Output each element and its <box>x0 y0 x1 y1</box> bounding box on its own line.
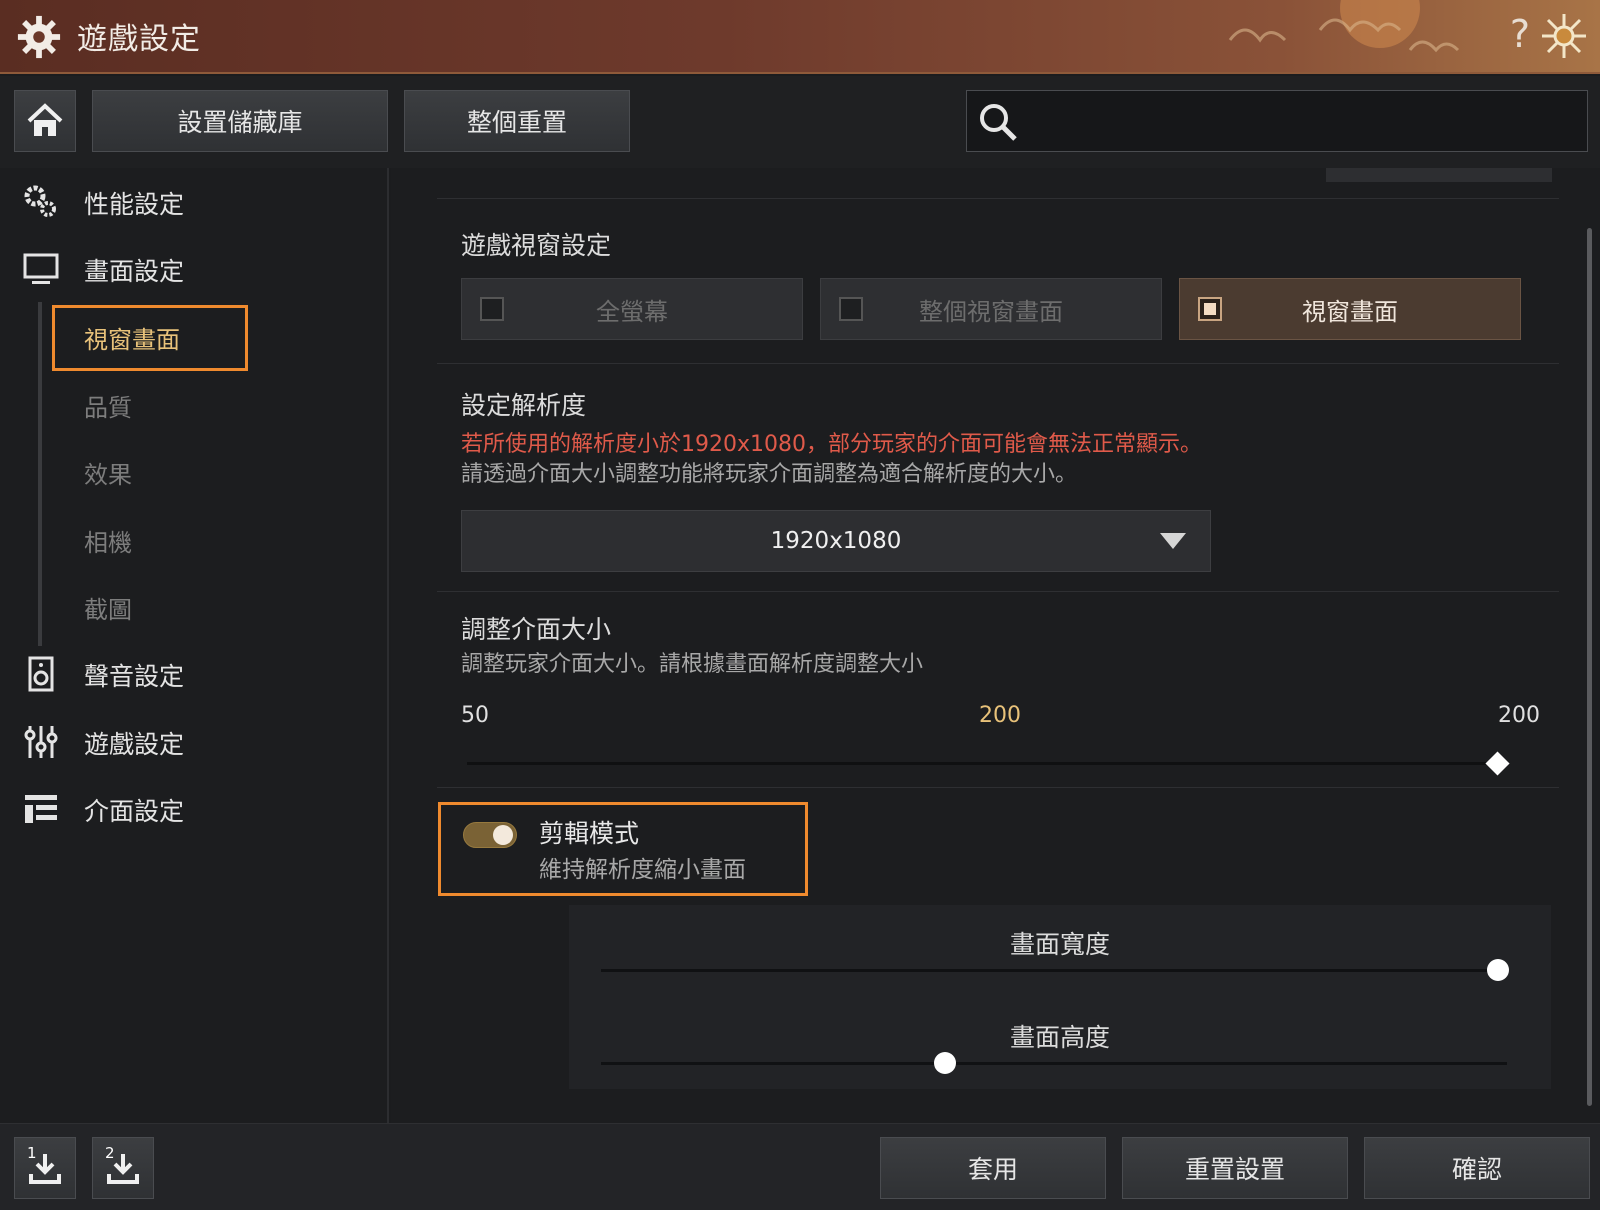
reset-all-button[interactable]: 整個重置 <box>404 90 630 152</box>
sidebar: 性能設定 畫面設定 視窗畫面 品質 效果 相機 截圖 聲音設定 遊戲設定 介面設… <box>0 168 389 1123</box>
ui-scale-slider[interactable] <box>467 762 1497 765</box>
clip-size-panel: 畫面寬度 畫面高度 <box>569 905 1551 1089</box>
submenu-item-effects[interactable]: 效果 <box>84 455 132 490</box>
clip-mode-toggle[interactable] <box>463 822 517 848</box>
resolution-warning: 若所使用的解析度小於1920x1080，部分玩家的介面可能會無法正常顯示。 <box>461 432 1202 457</box>
window-mode-title: 遊戲視窗設定 <box>461 231 612 260</box>
ui-scale-current: 200 <box>979 703 1021 728</box>
toggle-knob <box>493 825 513 845</box>
settings-storage-button[interactable]: 設置儲藏庫 <box>92 90 388 152</box>
screen-height-slider-thumb[interactable] <box>934 1052 957 1074</box>
sidebar-item-label: 介面設定 <box>84 797 185 826</box>
submenu-item-screenshot[interactable]: 截圖 <box>84 590 132 625</box>
sidebar-item-game[interactable]: 遊戲設定 <box>0 711 389 771</box>
sidebar-item-performance[interactable]: 性能設定 <box>0 171 389 231</box>
previous-section-edge <box>1326 168 1552 182</box>
divider <box>437 787 1559 788</box>
sunburst-emblem-icon[interactable] <box>1540 12 1588 60</box>
bottom-bar: 1 2 套用 重置設置 確認 <box>0 1123 1600 1210</box>
screen-width-slider[interactable] <box>601 969 1507 972</box>
submenu-item-window[interactable]: 視窗畫面 <box>84 320 180 355</box>
borderless-checkbox[interactable] <box>839 297 863 321</box>
sidebar-item-display[interactable]: 畫面設定 <box>0 238 389 298</box>
ui-scale-slider-thumb[interactable] <box>1485 751 1510 776</box>
submenu-item-camera[interactable]: 相機 <box>84 523 132 558</box>
submenu-item-quality[interactable]: 品質 <box>84 388 132 423</box>
sidebar-item-interface[interactable]: 介面設定 <box>0 778 389 838</box>
window-title: 遊戲設定 <box>77 22 201 57</box>
resolution-title: 設定解析度 <box>461 391 587 420</box>
preset-number: 2 <box>105 1144 115 1162</box>
windowed-checkbox[interactable] <box>1198 297 1222 321</box>
screen-width-label: 畫面寬度 <box>1009 930 1110 959</box>
load-preset-2-button[interactable]: 2 <box>92 1137 154 1199</box>
screen-width-slider-thumb[interactable] <box>1486 959 1509 981</box>
clip-mode-title: 剪輯模式 <box>539 819 640 848</box>
home-button[interactable] <box>14 90 76 152</box>
confirm-button[interactable]: 確認 <box>1364 1137 1590 1199</box>
home-icon <box>27 103 63 136</box>
preset-number: 1 <box>27 1144 37 1162</box>
resolution-value: 1920x1080 <box>770 528 902 554</box>
load-preset-1-button[interactable]: 1 <box>14 1137 76 1199</box>
title-bar: 遊戲設定 ? <box>0 0 1600 74</box>
divider <box>437 591 1559 592</box>
ui-scale-hint: 調整玩家介面大小。請根據畫面解析度調整大小 <box>461 652 924 677</box>
cloud-decoration-icon <box>1228 0 1460 53</box>
sidebar-item-label: 畫面設定 <box>84 257 185 286</box>
monitor-icon <box>23 253 59 284</box>
layout-icon <box>25 795 57 823</box>
ui-scale-title: 調整介面大小 <box>461 615 612 644</box>
sidebar-item-label: 聲音設定 <box>84 662 185 691</box>
settings-content: 遊戲視窗設定 全螢幕 整個視窗畫面 視窗畫面 設定解析度 若所使用的解析度小於1… <box>391 168 1600 1123</box>
apply-button[interactable]: 套用 <box>880 1137 1106 1199</box>
clip-mode-subtitle: 維持解析度縮小畫面 <box>539 857 746 883</box>
divider <box>437 363 1559 364</box>
help-button[interactable]: ? <box>1510 12 1530 56</box>
option-label: 視窗畫面 <box>1302 297 1398 326</box>
sidebar-item-label: 遊戲設定 <box>84 730 185 759</box>
screen-height-label: 畫面高度 <box>1009 1023 1110 1052</box>
speaker-icon <box>28 656 54 692</box>
sliders-icon <box>24 726 58 758</box>
ui-scale-min: 50 <box>461 703 489 728</box>
submenu-line <box>38 302 42 646</box>
fullscreen-option[interactable]: 全螢幕 <box>461 278 803 340</box>
toolbar: 設置儲藏庫 整個重置 <box>0 76 1600 168</box>
option-label: 整個視窗畫面 <box>919 297 1063 326</box>
search-input[interactable] <box>1027 99 1577 143</box>
fullscreen-checkbox[interactable] <box>480 297 504 321</box>
screen-height-slider[interactable] <box>601 1062 1507 1065</box>
performance-gears-icon <box>24 185 56 217</box>
chevron-down-icon <box>1160 533 1186 549</box>
search-icon <box>980 104 1017 141</box>
windowed-option[interactable]: 視窗畫面 <box>1179 278 1521 340</box>
ui-scale-max: 200 <box>1498 703 1540 728</box>
resolution-hint: 請透過介面大小調整功能將玩家介面調整為適合解析度的大小。 <box>461 462 1078 487</box>
borderless-window-option[interactable]: 整個視窗畫面 <box>820 278 1162 340</box>
option-label: 全螢幕 <box>596 297 668 326</box>
sidebar-item-label: 性能設定 <box>84 190 185 219</box>
reset-settings-button[interactable]: 重置設置 <box>1122 1137 1348 1199</box>
sidebar-item-sound[interactable]: 聲音設定 <box>0 643 389 703</box>
gear-icon <box>17 15 61 59</box>
resolution-dropdown[interactable]: 1920x1080 <box>461 510 1211 572</box>
search-box[interactable] <box>966 90 1588 152</box>
divider <box>437 198 1559 199</box>
scrollbar[interactable] <box>1587 228 1592 1106</box>
